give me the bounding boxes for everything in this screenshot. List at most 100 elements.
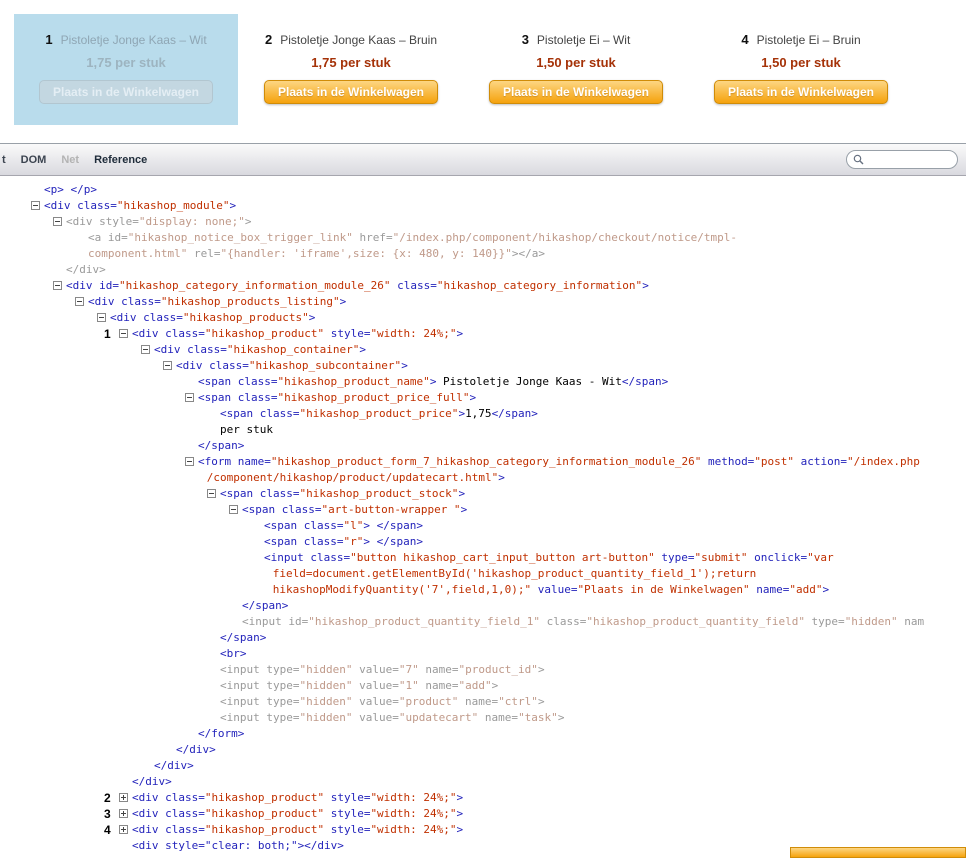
code-token: > <box>470 391 477 404</box>
expand-icon[interactable] <box>119 809 128 818</box>
code-token: </form> <box>198 727 244 740</box>
code-line[interactable]: </div> <box>0 774 966 790</box>
code-token: <div class= <box>132 823 205 836</box>
code-line[interactable]: 3<div class="hikashop_product" style="wi… <box>0 806 966 822</box>
add-to-cart-button[interactable]: Plaats in de Winkelwagen <box>489 80 663 104</box>
code-token: <input type= <box>220 711 299 724</box>
code-line[interactable]: <div class="hikashop_subcontainer"> <box>0 358 966 374</box>
collapse-icon[interactable] <box>75 297 84 306</box>
code-token: "art-button-wrapper " <box>321 503 460 516</box>
code-token: nam <box>898 615 925 628</box>
code-token: name= <box>458 695 498 708</box>
code-line[interactable]: </span> <box>0 438 966 454</box>
code-line[interactable]: component.html" rel="{handler: 'iframe',… <box>0 246 966 262</box>
code-line[interactable]: </div> <box>0 742 966 758</box>
collapse-icon[interactable] <box>229 505 238 514</box>
collapse-icon[interactable] <box>97 313 106 322</box>
code-token: </p> <box>71 183 98 196</box>
code-line[interactable]: </span> <box>0 630 966 646</box>
code-line[interactable]: <div id="hikashop_category_information_m… <box>0 278 966 294</box>
code-token: > <box>558 711 565 724</box>
code-line[interactable]: <input class="button hikashop_cart_input… <box>0 550 966 566</box>
code-line[interactable]: </span> <box>0 598 966 614</box>
collapse-icon[interactable] <box>185 457 194 466</box>
code-line[interactable]: <span class="hikashop_product_price">1,7… <box>0 406 966 422</box>
code-token: </div> <box>66 263 106 276</box>
code-line[interactable]: </form> <box>0 726 966 742</box>
code-token: "hikashop_product_price_full" <box>277 391 469 404</box>
product-name: Pistoletje Ei – Wit <box>537 33 630 47</box>
code-line[interactable]: <span class="art-button-wrapper "> <box>0 502 966 518</box>
code-line[interactable]: <input type="hidden" value="1" name="add… <box>0 678 966 694</box>
code-line[interactable]: <div class="hikashop_products_listing"> <box>0 294 966 310</box>
collapse-icon[interactable] <box>31 201 40 210</box>
code-line[interactable]: <p> </p> <box>0 182 966 198</box>
code-line[interactable]: 1<div class="hikashop_product" style="wi… <box>0 326 966 342</box>
collapse-icon[interactable] <box>53 217 62 226</box>
code-line[interactable]: <input type="hidden" value="7" name="pro… <box>0 662 966 678</box>
code-line[interactable]: <span class="hikashop_product_name"> Pis… <box>0 374 966 390</box>
tab-dom[interactable]: DOM <box>21 154 47 166</box>
code-token: field=document.getElementById('hikashop_… <box>273 567 756 580</box>
code-token: "hikashop_category_information_module_26… <box>119 279 391 292</box>
search-input[interactable] <box>868 153 957 167</box>
code-line[interactable]: <br> <box>0 646 966 662</box>
tab-net[interactable]: Net <box>61 154 79 166</box>
collapse-icon[interactable] <box>185 393 194 402</box>
collapse-icon[interactable] <box>163 361 172 370</box>
code-line[interactable]: field=document.getElementById('hikashop_… <box>0 566 966 582</box>
code-token: > <box>538 663 545 676</box>
collapse-icon[interactable] <box>207 489 216 498</box>
code-token: "hikashop_products" <box>183 311 309 324</box>
code-line[interactable]: <input type="hidden" value="product" nam… <box>0 694 966 710</box>
code-line[interactable]: <span class="r"> </span> <box>0 534 966 550</box>
code-line[interactable]: <div class="hikashop_products"> <box>0 310 966 326</box>
code-token: "hikashop_product_quantity_field_1" <box>308 615 540 628</box>
code-line[interactable]: <div class="hikashop_container"> <box>0 342 966 358</box>
code-token: "product" <box>399 695 459 708</box>
code-line[interactable]: /component/hikashop/product/updatecart.h… <box>0 470 966 486</box>
product-card: 2Pistoletje Jonge Kaas – Bruin1,75 per s… <box>239 14 463 125</box>
add-to-cart-button[interactable]: Plaats in de Winkelwagen <box>39 80 213 104</box>
code-token: "hikashop_notice_box_trigger_link" <box>128 231 353 244</box>
code-token: type= <box>655 551 695 564</box>
code-token: "hidden" <box>299 679 352 692</box>
code-line[interactable]: </div> <box>0 262 966 278</box>
code-token: "Plaats in de Winkelwagen" <box>577 583 749 596</box>
code-line[interactable]: <span class="hikashop_product_price_full… <box>0 390 966 406</box>
code-line[interactable]: <span class="hikashop_product_stock"> <box>0 486 966 502</box>
code-line[interactable]: 4<div class="hikashop_product" style="wi… <box>0 822 966 838</box>
code-line[interactable]: per stuk <box>0 422 966 438</box>
code-line[interactable]: </div> <box>0 758 966 774</box>
code-line[interactable]: <a id="hikashop_notice_box_trigger_link"… <box>0 230 966 246</box>
search-box[interactable] <box>846 150 958 169</box>
code-line[interactable]: <span class="l"> </span> <box>0 518 966 534</box>
code-line[interactable]: <form name="hikashop_product_form_7_hika… <box>0 454 966 470</box>
code-line[interactable]: <div class="hikashop_module"> <box>0 198 966 214</box>
code-line[interactable]: hikashopModifyQuantity('7',field,1,0);" … <box>0 582 966 598</box>
tab-reference[interactable]: Reference <box>94 154 147 166</box>
collapse-icon[interactable] <box>53 281 62 290</box>
code-token: value= <box>352 695 398 708</box>
code-token: Pistoletje Jonge Kaas - Wit <box>436 375 621 388</box>
collapse-icon[interactable] <box>119 329 128 338</box>
add-to-cart-button[interactable]: Plaats in de Winkelwagen <box>714 80 888 104</box>
code-line[interactable]: <input id="hikashop_product_quantity_fie… <box>0 614 966 630</box>
code-token: </span> <box>220 631 266 644</box>
code-line[interactable]: <div style="display: none;"> <box>0 214 966 230</box>
annotation-number: 2 <box>104 791 111 805</box>
expand-icon[interactable] <box>119 793 128 802</box>
code-token: <input id= <box>242 615 308 628</box>
code-line[interactable]: <input type="hidden" value="updatecart" … <box>0 710 966 726</box>
code-token: "var <box>807 551 834 564</box>
tab-t[interactable]: t <box>2 154 6 166</box>
expand-icon[interactable] <box>119 825 128 834</box>
collapse-icon[interactable] <box>141 345 150 354</box>
code-token: <p> <box>44 183 64 196</box>
code-token: "hidden" <box>299 663 352 676</box>
add-to-cart-button[interactable]: Plaats in de Winkelwagen <box>264 80 438 104</box>
code-token: "display: none;" <box>139 215 245 228</box>
code-token: "hikashop_products_listing" <box>161 295 340 308</box>
product-header: 2Pistoletje Jonge Kaas – Bruin <box>239 32 463 47</box>
code-line[interactable]: 2<div class="hikashop_product" style="wi… <box>0 790 966 806</box>
